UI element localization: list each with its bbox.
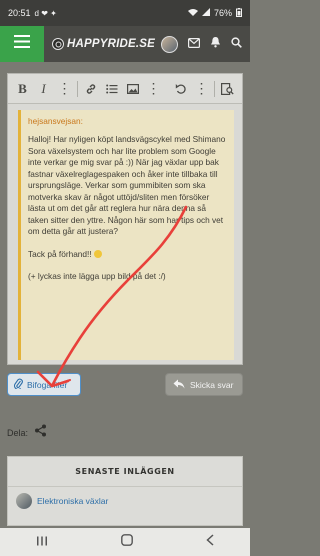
status-time: 20:51 bbox=[8, 8, 31, 18]
toolbar-divider bbox=[214, 80, 215, 97]
search-icon[interactable] bbox=[231, 35, 242, 53]
bold-icon[interactable]: B bbox=[12, 78, 33, 100]
wifi-icon bbox=[187, 8, 198, 18]
inbox-icon[interactable] bbox=[188, 35, 201, 53]
share-row: Dela: bbox=[7, 424, 47, 442]
latest-post-avatar bbox=[16, 493, 32, 509]
hamburger-icon bbox=[14, 35, 30, 53]
insert-icon[interactable]: ⋮ bbox=[143, 78, 164, 100]
image-icon[interactable] bbox=[122, 78, 143, 100]
latest-posts-title: SENASTE INLÄGGEN bbox=[8, 457, 242, 487]
toolbar-divider bbox=[77, 80, 78, 97]
recent-apps-icon[interactable] bbox=[36, 533, 48, 551]
status-bar: 20:51 d ❤ ✦ 76% bbox=[0, 0, 250, 26]
list-icon[interactable] bbox=[101, 78, 122, 100]
app-header: HAPPYRIDE.SE bbox=[0, 26, 250, 62]
quote-paragraph: (+ lyckas inte lägga upp bild på det :/) bbox=[28, 271, 166, 281]
quote-paragraph: Tack på förhand!! bbox=[28, 248, 92, 259]
reply-editor[interactable]: B I ⋮ ⋮ ⋮ hejsansvejsan: Halloj! Har nyl… bbox=[7, 73, 243, 365]
italic-icon[interactable]: I bbox=[33, 78, 54, 100]
editor-toolbar: B I ⋮ ⋮ ⋮ bbox=[8, 74, 242, 104]
latest-post-link[interactable]: Elektroniska växlar bbox=[37, 496, 108, 506]
share-label: Dela: bbox=[7, 428, 29, 438]
logo-mark-icon bbox=[52, 38, 64, 50]
quote-author: hejsansvejsan: bbox=[28, 116, 83, 126]
attach-files-label: Bifoga filer bbox=[27, 379, 68, 390]
undo-icon[interactable] bbox=[170, 78, 191, 100]
notification-icons: d ❤ ✦ bbox=[34, 8, 57, 18]
home-icon[interactable] bbox=[121, 533, 133, 551]
user-avatar[interactable] bbox=[161, 35, 178, 53]
more-tools-icon[interactable]: ⋮ bbox=[191, 78, 212, 100]
logo-text: HAPPYRIDE.SE bbox=[67, 38, 156, 50]
attach-files-button[interactable]: Bifoga filer bbox=[7, 373, 81, 396]
share-icon[interactable] bbox=[34, 424, 47, 442]
system-nav-bar bbox=[0, 528, 250, 556]
quote-paragraph: Halloj! Har nyligen köpt landsvägscykel … bbox=[28, 134, 226, 236]
latest-post-item[interactable]: Elektroniska växlar bbox=[8, 487, 242, 515]
smile-emoji-icon bbox=[93, 249, 102, 258]
send-reply-label: Skicka svar bbox=[190, 379, 234, 390]
quote-body: Halloj! Har nyligen köpt landsvägscykel … bbox=[28, 134, 227, 283]
preview-icon[interactable] bbox=[217, 78, 238, 100]
battery-percent: 76% bbox=[213, 8, 232, 18]
more-options-icon[interactable]: ⋮ bbox=[54, 78, 75, 100]
quote-paragraph-thanks: Tack på förhand!! bbox=[28, 249, 227, 261]
signal-icon bbox=[201, 8, 210, 18]
site-logo[interactable]: HAPPYRIDE.SE bbox=[52, 38, 155, 50]
latest-posts-panel: SENASTE INLÄGGEN Elektroniska växlar bbox=[7, 456, 243, 526]
link-icon[interactable] bbox=[80, 78, 101, 100]
back-icon[interactable] bbox=[206, 533, 214, 551]
reply-arrow-icon bbox=[173, 376, 185, 394]
bell-icon[interactable] bbox=[210, 35, 221, 53]
menu-button[interactable] bbox=[0, 26, 44, 62]
send-reply-button[interactable]: Skicka svar bbox=[165, 373, 243, 396]
paperclip-icon bbox=[14, 376, 23, 394]
quoted-post: hejsansvejsan: Halloj! Har nyligen köpt … bbox=[18, 110, 234, 360]
battery-icon bbox=[236, 7, 242, 19]
